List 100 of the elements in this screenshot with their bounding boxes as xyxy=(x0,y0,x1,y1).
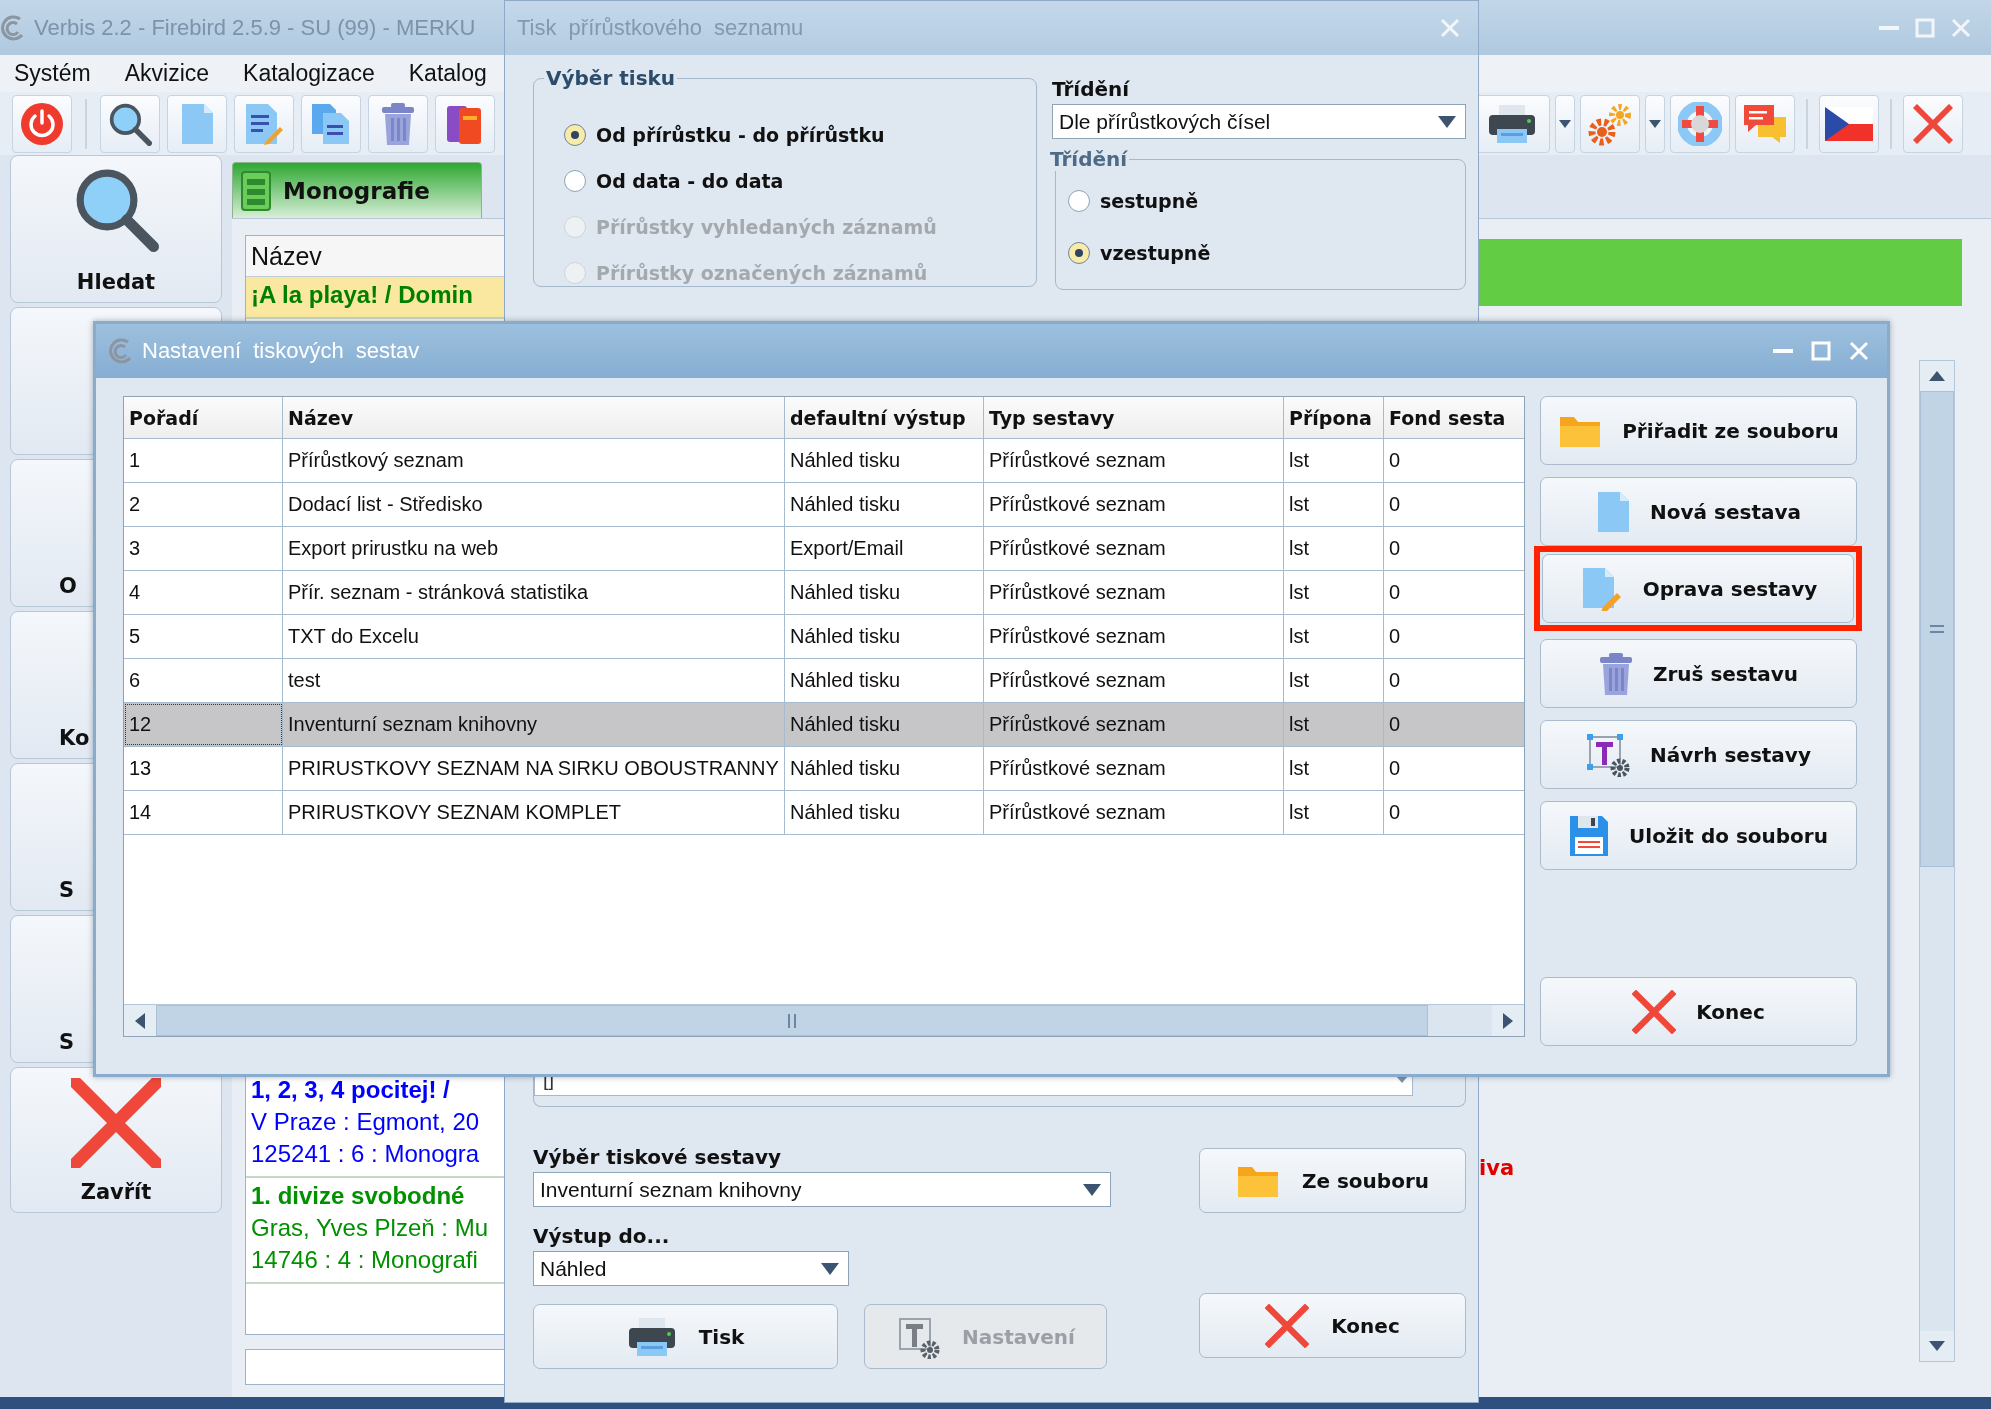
menu-item[interactable]: Akvizice xyxy=(120,60,224,87)
radio-button[interactable] xyxy=(564,124,586,146)
table-row[interactable]: 13 PRIRUSTKOVY SEZNAM NA SIRKU OBOUSTRANNY Náhled tisku Přírůstkové seznam lst 0 xyxy=(124,747,1524,791)
menu-item[interactable]: Katalogizace xyxy=(239,60,389,87)
minimize-icon xyxy=(1773,349,1793,353)
button[interactable]: Konec xyxy=(1198,1293,1466,1358)
button[interactable]: Přiřadit ze souboru xyxy=(1540,396,1857,465)
table-cell: lst xyxy=(1284,571,1384,614)
cabinet-icon xyxy=(241,170,271,211)
table-cell: Přírůstkové seznam xyxy=(984,747,1284,790)
toolbar-button[interactable] xyxy=(1555,94,1575,153)
table-row[interactable]: 5 TXT do Excelu Náhled tisku Přírůstkové seznam lst 0 xyxy=(124,615,1524,659)
table-cell: Náhled tisku xyxy=(785,703,984,746)
record-line: Gras, Yves Plzeň : Mu xyxy=(251,1213,488,1243)
logo-icon xyxy=(0,14,26,41)
field-label: Třídění xyxy=(1052,76,1131,103)
scroll-up-icon xyxy=(1929,371,1945,381)
caret-icon xyxy=(1559,119,1571,128)
table-row[interactable]: 12 Inventurní seznam knihovny Náhled tisku Přírůstkové seznam lst 0 xyxy=(124,703,1524,747)
toolbar-button[interactable] xyxy=(234,94,294,153)
toolbar-button[interactable] xyxy=(1819,94,1879,153)
copy-documents-icon xyxy=(311,102,351,145)
scrollbar[interactable] xyxy=(124,1004,1524,1036)
toolbar-button[interactable] xyxy=(1645,94,1665,153)
button[interactable]: Tisk xyxy=(533,1304,838,1369)
table-cell: 3 xyxy=(124,527,283,570)
scrollbar[interactable] xyxy=(1919,360,1955,1362)
dropdown-caret-icon xyxy=(820,1262,840,1275)
button[interactable]: Nová sestava xyxy=(1540,477,1857,546)
group-label: Výběr tisku xyxy=(545,66,677,90)
dropdown[interactable]: Dle přírůstkových čísel xyxy=(1052,104,1466,139)
radio-button[interactable] xyxy=(564,170,586,192)
dropdown[interactable]: Náhled xyxy=(533,1251,849,1286)
grip-icon xyxy=(1930,625,1944,633)
table-cell: Dodací list - Středisko xyxy=(283,483,785,526)
table-row[interactable]: 3 Export prirustku na web Export/Email Přírůstkové seznam lst 0 xyxy=(124,527,1524,571)
table-cell: Přírůstkové seznam xyxy=(984,791,1284,834)
search-icon xyxy=(108,101,152,146)
radio-label[interactable]: Od přírůstku - do přírůstku xyxy=(596,124,885,146)
table-row[interactable]: 14 PRIRUSTKOVY SEZNAM KOMPLET Náhled tisku Přírůstkové seznam lst 0 xyxy=(124,791,1524,835)
table-row[interactable]: 2 Dodací list - Středisko Náhled tisku Přírůstkové seznam lst 0 xyxy=(124,483,1524,527)
caret-icon xyxy=(1649,119,1661,128)
flag-icon xyxy=(1825,106,1873,141)
table-cell: Přírůstkový seznam xyxy=(283,439,785,482)
dropdown[interactable]: Inventurní seznam knihovny xyxy=(533,1172,1111,1207)
column-header[interactable]: defaultní výstup xyxy=(785,397,984,438)
field-label: Výběr tiskové sestavy xyxy=(533,1144,783,1171)
button[interactable]: Zruš sestavu xyxy=(1540,639,1857,708)
printer-icon xyxy=(1487,102,1537,145)
maximize-icon xyxy=(1915,17,1935,38)
menu-item[interactable]: Systém xyxy=(10,60,105,87)
table-cell: 14 xyxy=(124,791,283,834)
table-cell: test xyxy=(283,659,785,702)
table-cell: 0 xyxy=(1384,703,1524,746)
tab[interactable]: Monografie xyxy=(232,162,482,218)
radio-label: Přírůstky vyhledaných záznamů xyxy=(596,216,937,238)
table-cell: Náhled tisku xyxy=(785,791,984,834)
table-cell: lst xyxy=(1284,703,1384,746)
table-cell: lst xyxy=(1284,527,1384,570)
toolbar-button[interactable] xyxy=(301,94,361,153)
button[interactable]: Konec xyxy=(1540,977,1857,1046)
column-header[interactable]: Pořadí xyxy=(124,397,283,438)
table-row[interactable]: 1 Přírůstkový seznam Náhled tisku Přírůstkové seznam lst 0 xyxy=(124,439,1524,483)
radio-label[interactable]: vzestupně xyxy=(1100,242,1211,264)
column-header[interactable]: Přípona xyxy=(1284,397,1384,438)
column-header[interactable]: Typ sestavy xyxy=(984,397,1284,438)
table-cell: Export prirustku na web xyxy=(283,527,785,570)
table-row[interactable]: 4 Přír. seznam - stránková statistika Náhled tisku Přírůstkové seznam lst 0 xyxy=(124,571,1524,615)
button[interactable]: Uložit do souboru xyxy=(1540,801,1857,870)
minimize-icon xyxy=(1879,25,1899,30)
radio-button[interactable] xyxy=(1068,190,1090,212)
table-cell: Náhled tisku xyxy=(785,747,984,790)
button[interactable]: Oprava sestavy xyxy=(1542,554,1854,623)
table-cell: 0 xyxy=(1384,571,1524,614)
table-cell: Náhled tisku xyxy=(785,615,984,658)
record-line: 1, 2, 3, 4 pocitej! / xyxy=(251,1075,450,1105)
table-cell: Náhled tisku xyxy=(785,483,984,526)
edit-document-icon xyxy=(244,102,284,145)
table-cell: Přírůstkové seznam xyxy=(984,659,1284,702)
close-icon xyxy=(1951,17,1971,38)
record-line: 125241 : 6 : Monogra xyxy=(251,1139,480,1169)
column-header[interactable]: Název xyxy=(283,397,785,438)
radio-label[interactable]: sestupně xyxy=(1100,190,1199,212)
radio-button[interactable] xyxy=(1068,242,1090,264)
table-cell: Přír. seznam - stránková statistika xyxy=(283,571,785,614)
toolbar-button[interactable] xyxy=(435,94,495,153)
table-cell: lst xyxy=(1284,483,1384,526)
toolbar-button[interactable] xyxy=(12,94,72,153)
radio-label[interactable]: Od data - do data xyxy=(596,170,784,192)
button[interactable]: Ze souboru xyxy=(1198,1148,1466,1213)
sidebar-button[interactable]: Zavřít xyxy=(10,1067,222,1213)
sidebar-button[interactable]: Hledat xyxy=(10,155,222,303)
table-cell: Přírůstkové seznam xyxy=(984,483,1284,526)
column-header[interactable]: Fond sesta xyxy=(1384,397,1524,438)
close-icon xyxy=(71,1078,161,1168)
scroll-right-icon xyxy=(1503,1012,1513,1029)
menu-item[interactable]: Katalog xyxy=(404,60,501,87)
table-cell: Přírůstkové seznam xyxy=(984,615,1284,658)
toolbar-button[interactable] xyxy=(100,94,160,153)
button[interactable]: Návrh sestavy xyxy=(1540,720,1857,789)
